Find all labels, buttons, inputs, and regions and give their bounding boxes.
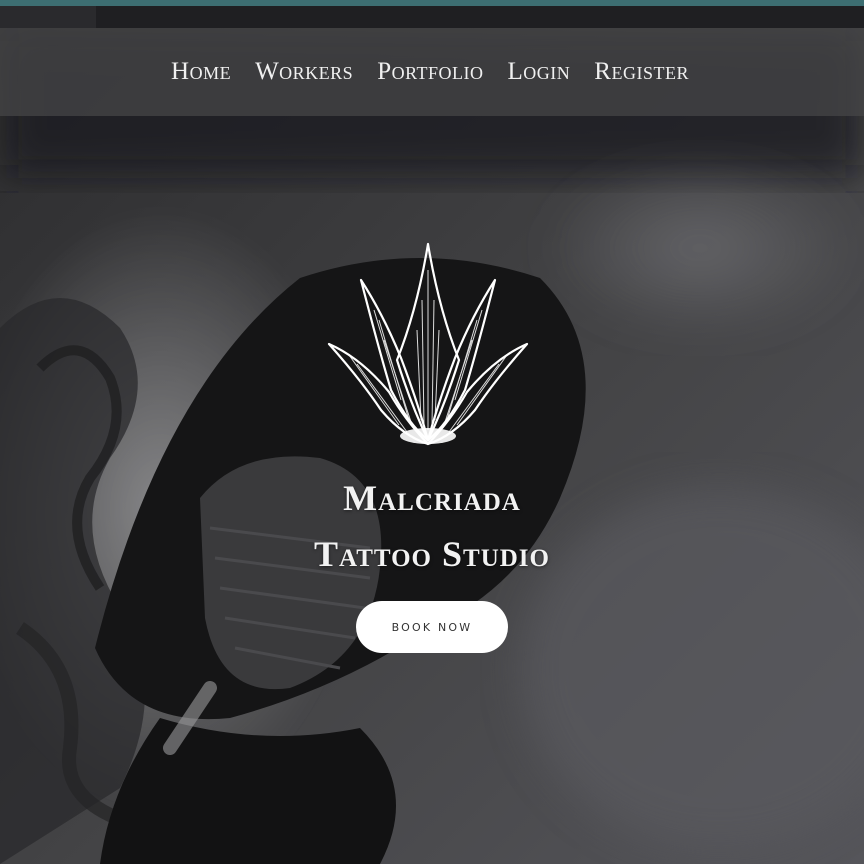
lotus-crown-icon (327, 242, 529, 446)
page: Home Workers Portfolio Login Register Ma… (0, 0, 864, 864)
title-line-1: Malcriada (343, 478, 521, 518)
hero-section (0, 28, 864, 864)
top-strip (0, 6, 864, 28)
nav-workers-link[interactable]: Workers (255, 58, 353, 85)
hero-background-photo (0, 28, 864, 864)
nav-login-link[interactable]: Login (508, 58, 571, 85)
nav-register-link[interactable]: Register (594, 58, 689, 85)
nav-portfolio-link[interactable]: Portfolio (377, 58, 483, 85)
main-navbar: Home Workers Portfolio Login Register (0, 28, 864, 116)
book-now-button[interactable]: BOOK NOW (356, 601, 508, 653)
studio-title: Malcriada Tattoo Studio (232, 470, 632, 582)
nav-home-link[interactable]: Home (171, 58, 231, 85)
title-line-2: Tattoo Studio (314, 534, 550, 574)
nav-list: Home Workers Portfolio Login Register (171, 58, 689, 86)
